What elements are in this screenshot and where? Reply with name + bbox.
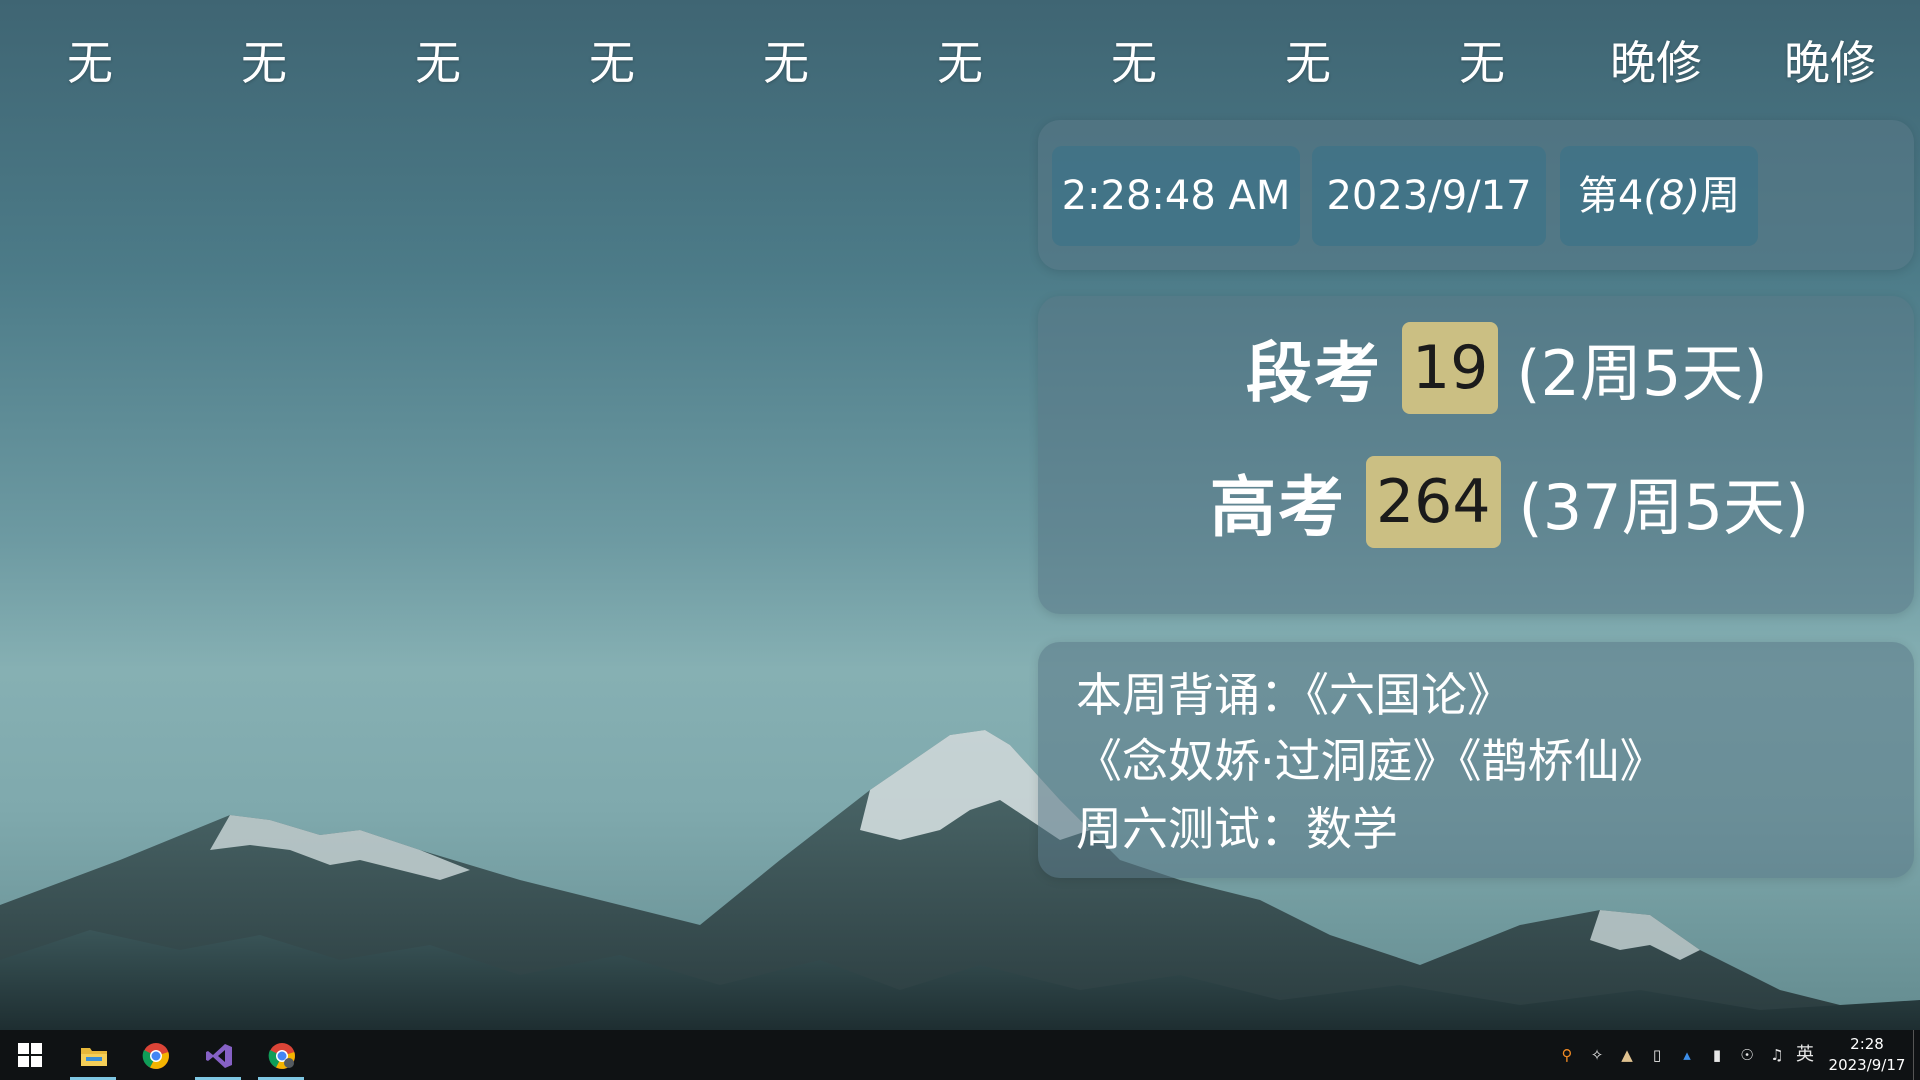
week-prefix: 第4	[1577, 173, 1644, 219]
cat-app-icon[interactable]: ▲	[1617, 1045, 1637, 1065]
schedule-slot-4: 无	[589, 36, 635, 90]
note-recitation: 本周背诵：《六国论》	[1076, 668, 1513, 722]
file-explorer-icon	[81, 1048, 107, 1066]
week-total: (8)	[1643, 173, 1701, 219]
visual-studio-icon	[206, 1044, 232, 1068]
countdown-panel: 段考 19 (2周5天) 高考 264 (37周5天)	[1038, 296, 1914, 614]
visual-studio-button[interactable]	[193, 1030, 243, 1080]
countdown-label: 高考	[1210, 469, 1346, 546]
schedule-slot-8: 无	[1285, 36, 1331, 90]
schedule-bar: 无 无 无 无 无 无 无 无 无 晚修 晚修	[0, 28, 1920, 98]
countdown-detail: (2周5天)	[1516, 337, 1768, 410]
schedule-slot-9: 无	[1459, 36, 1505, 90]
usb-device-icon[interactable]: ▯	[1647, 1045, 1667, 1065]
countdown-midterm: 段考 19 (2周5天)	[1038, 320, 1920, 416]
schedule-slot-7: 无	[1111, 36, 1157, 90]
schedule-slot-6: 无	[937, 36, 983, 90]
clock-display: 2:28:48 AM	[1052, 146, 1300, 246]
time-panel: 2:28:48 AM 2023/9/17 第4(8)周	[1038, 120, 1914, 270]
countdown-detail: (37周5天)	[1518, 471, 1810, 544]
taskbar: ⚲ ✧ ▲ ▯ ▴ ▮ ☉ ♫ 英 2:28 2023/9/17	[0, 1030, 1920, 1080]
notes-panel: 本周背诵：《六国论》 《念奴娇·过洞庭》《鹊桥仙》 周六测试：数学	[1038, 642, 1914, 878]
network-share-icon[interactable]: ✧	[1587, 1045, 1607, 1065]
volume-icon[interactable]: ♫	[1767, 1045, 1787, 1065]
start-button[interactable]	[5, 1030, 55, 1080]
countdown-days-badge: 19	[1402, 322, 1499, 414]
input-language-indicator[interactable]: 英	[1795, 1045, 1815, 1065]
taskbar-date: 2023/9/17	[1828, 1056, 1906, 1074]
chrome-icon	[142, 1043, 169, 1069]
bluetooth-icon[interactable]: ▴	[1677, 1045, 1697, 1065]
date-display: 2023/9/17	[1312, 146, 1546, 246]
week-suffix: 周	[1700, 173, 1741, 219]
countdown-days-badge: 264	[1366, 456, 1501, 548]
schedule-slot-11: 晚修	[1784, 36, 1876, 90]
battery-icon[interactable]: ▮	[1707, 1045, 1727, 1065]
schedule-slot-5: 无	[763, 36, 809, 90]
windows-start-icon	[18, 1043, 42, 1067]
note-saturday-test: 周六测试：数学	[1076, 802, 1398, 856]
show-desktop-button[interactable]	[1913, 1030, 1920, 1080]
taskbar-clock[interactable]: 2:28 2023/9/17	[1822, 1034, 1912, 1076]
search-tool-icon[interactable]: ⚲	[1557, 1045, 1577, 1065]
week-display: 第4(8)周	[1560, 146, 1758, 246]
desktop-wallpaper: 无 无 无 无 无 无 无 无 无 晚修 晚修 2:28:48 AM 2023/…	[0, 0, 1920, 1080]
wifi-icon[interactable]: ☉	[1737, 1045, 1757, 1065]
file-explorer-button[interactable]	[68, 1030, 118, 1080]
schedule-slot-2: 无	[241, 36, 287, 90]
schedule-slot-10: 晚修	[1610, 36, 1702, 90]
note-recitation-titles: 《念奴娇·过洞庭》《鹊桥仙》	[1076, 734, 1666, 788]
countdown-gaokao: 高考 264 (37周5天)	[1038, 454, 1920, 550]
taskbar-time: 2:28	[1850, 1035, 1884, 1053]
chrome-button[interactable]	[130, 1030, 180, 1080]
schedule-slot-1: 无	[67, 36, 113, 90]
chrome-canary-button[interactable]	[256, 1030, 306, 1080]
countdown-label: 段考	[1246, 335, 1382, 412]
chrome-canary-icon	[268, 1043, 295, 1069]
schedule-slot-3: 无	[415, 36, 461, 90]
